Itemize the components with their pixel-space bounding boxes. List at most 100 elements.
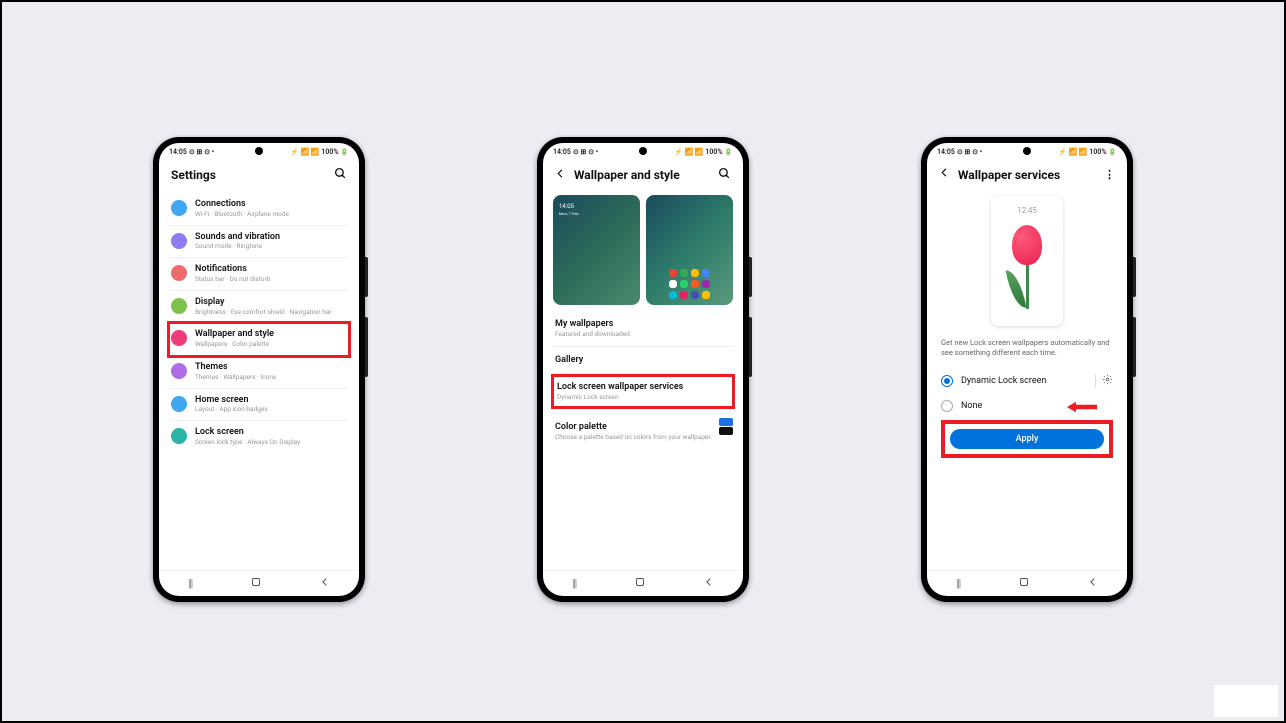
lockscreen-preview[interactable]: 14:05Mon, 7 Feb	[553, 195, 640, 305]
more-icon[interactable]: ⋮	[1104, 168, 1115, 181]
nav-home[interactable]	[1018, 576, 1030, 591]
status-battery: ⚡ 📶 📶 100% 🔋	[290, 148, 349, 156]
nav-back[interactable]	[704, 577, 714, 590]
settings-item-icon	[171, 200, 187, 216]
preview-clock: 14:05Mon, 7 Feb	[559, 203, 579, 217]
search-icon[interactable]	[718, 167, 731, 183]
camera-notch	[255, 147, 263, 155]
settings-item-icon	[171, 233, 187, 249]
settings-item-icon	[171, 265, 187, 281]
lock-screen-services-item[interactable]: Lock screen wallpaper services Dynamic L…	[553, 376, 733, 407]
item-subtitle: Choose a palette based on colors from yo…	[555, 433, 713, 441]
page-title: Wallpaper services	[958, 168, 1096, 182]
settings-item-wallpaper-and-style[interactable]: Wallpaper and styleWallpapers · Color pa…	[169, 323, 349, 356]
settings-item-icon	[171, 330, 187, 346]
swatch	[719, 427, 733, 435]
nav-recents[interactable]: |||	[956, 577, 960, 590]
settings-item-title: Home screen	[195, 395, 268, 406]
item-subtitle: Featured and downloaded	[555, 330, 731, 338]
preview-clock: 12:45	[1017, 206, 1036, 215]
gallery-item[interactable]: Gallery	[553, 349, 733, 371]
nav-recents[interactable]: |||	[572, 577, 576, 590]
settings-item-subtitle: Themes · Wallpapers · Icons	[195, 374, 276, 382]
services-description: Get new Lock screen wallpapers automatic…	[937, 336, 1117, 368]
status-battery: ⚡ 📶 📶 100% 🔋	[674, 148, 733, 156]
phone-side-button	[749, 257, 752, 297]
settings-item-lock-screen[interactable]: Lock screenScreen lock type · Always On …	[169, 421, 349, 453]
settings-item-subtitle: Screen lock type · Always On Display	[195, 439, 300, 447]
nav-back[interactable]	[1088, 577, 1098, 590]
settings-item-notifications[interactable]: NotificationsStatus bar · Do not disturb	[169, 258, 349, 291]
nav-home[interactable]	[634, 576, 646, 591]
settings-item-icon	[171, 363, 187, 379]
status-indicators: ⊙ ⊞ ⊙ •	[957, 148, 982, 156]
settings-item-subtitle: Brightness · Eye comfort shield · Naviga…	[195, 309, 332, 317]
settings-item-subtitle: Status bar · Do not disturb	[195, 276, 270, 284]
nav-recents[interactable]: |||	[188, 577, 192, 590]
navigation-bar: |||	[159, 570, 359, 596]
wallpaper-image	[1007, 219, 1047, 309]
settings-item-icon	[171, 298, 187, 314]
status-indicators: ⊙ ⊞ ⊙ •	[573, 148, 598, 156]
settings-item-title: Display	[195, 297, 332, 308]
radio-icon	[941, 400, 953, 412]
settings-item-icon	[171, 428, 187, 444]
annotation-arrow-icon	[1067, 398, 1097, 410]
item-title: Lock screen wallpaper services	[557, 382, 729, 392]
settings-item-subtitle: Wi-Fi · Bluetooth · Airplane mode	[195, 211, 289, 219]
status-battery: ⚡ 📶 📶 100% 🔋	[1058, 148, 1117, 156]
phone-side-button	[365, 317, 368, 377]
color-palette-item[interactable]: Color palette Choose a palette based on …	[553, 416, 733, 447]
phone-side-button	[1133, 257, 1136, 297]
settings-header: Settings	[159, 161, 359, 193]
settings-item-title: Connections	[195, 199, 289, 210]
back-icon[interactable]	[555, 168, 566, 183]
camera-notch	[1023, 147, 1031, 155]
settings-item-title: Notifications	[195, 264, 270, 275]
back-icon[interactable]	[939, 167, 950, 182]
apply-button[interactable]: Apply	[950, 429, 1104, 449]
settings-item-subtitle: Layout · App icon badges	[195, 406, 268, 414]
item-title: My wallpapers	[555, 319, 731, 329]
settings-item-connections[interactable]: ConnectionsWi-Fi · Bluetooth · Airplane …	[169, 193, 349, 226]
wallpaper-header: Wallpaper and style	[543, 161, 743, 193]
settings-item-themes[interactable]: ThemesThemes · Wallpapers · Icons	[169, 356, 349, 389]
item-title: Color palette	[555, 422, 713, 432]
phone-side-button	[365, 257, 368, 297]
nav-back[interactable]	[320, 577, 330, 590]
option-dynamic-lock-screen[interactable]: Dynamic Lock screen	[937, 368, 1117, 394]
phone-side-button	[749, 317, 752, 377]
radio-icon	[941, 375, 953, 387]
settings-item-title: Wallpaper and style	[195, 329, 274, 340]
page-title: Wallpaper and style	[574, 168, 710, 182]
item-subtitle: Dynamic Lock screen	[557, 393, 729, 401]
lockscreen-preview: 12:45	[991, 196, 1063, 326]
settings-item-title: Lock screen	[195, 427, 300, 438]
navigation-bar: |||	[543, 570, 743, 596]
settings-item-sounds-and-vibration[interactable]: Sounds and vibrationSound mode · Rington…	[169, 226, 349, 259]
palette-swatches	[719, 418, 733, 435]
status-indicators: ⊙ ⊞ ⊙ •	[189, 148, 214, 156]
settings-item-home-screen[interactable]: Home screenLayout · App icon badges	[169, 389, 349, 422]
my-wallpapers-item[interactable]: My wallpapers Featured and downloaded	[553, 313, 733, 344]
homescreen-preview[interactable]	[646, 195, 733, 305]
wallpaper-previews: 14:05Mon, 7 Feb	[553, 193, 733, 313]
search-icon[interactable]	[334, 167, 347, 183]
camera-notch	[639, 147, 647, 155]
phone-mockup-wallpaper-style: 14:05⊙ ⊞ ⊙ • ⚡ 📶 📶 100% 🔋 Wallpaper and …	[537, 137, 749, 602]
option-none[interactable]: None	[937, 394, 1117, 418]
services-header: Wallpaper services ⋮	[927, 161, 1127, 192]
settings-item-title: Themes	[195, 362, 276, 373]
phone-mockup-settings: 14:05⊙ ⊞ ⊙ • ⚡ 📶 📶 100% 🔋 Settings Conne…	[153, 137, 365, 602]
nav-home[interactable]	[250, 576, 262, 591]
status-time: 14:05	[937, 148, 955, 156]
status-time: 14:05	[553, 148, 571, 156]
navigation-bar: |||	[927, 570, 1127, 596]
watermark	[1214, 685, 1278, 717]
settings-item-display[interactable]: DisplayBrightness · Eye comfort shield ·…	[169, 291, 349, 324]
phone-mockup-wallpaper-services: 14:05⊙ ⊞ ⊙ • ⚡ 📶 📶 100% 🔋 Wallpaper serv…	[921, 137, 1133, 602]
option-label: Dynamic Lock screen	[961, 376, 1087, 386]
settings-item-subtitle: Sound mode · Ringtone	[195, 243, 280, 251]
settings-icon[interactable]	[1095, 374, 1113, 388]
apply-highlight: Apply	[945, 424, 1109, 454]
